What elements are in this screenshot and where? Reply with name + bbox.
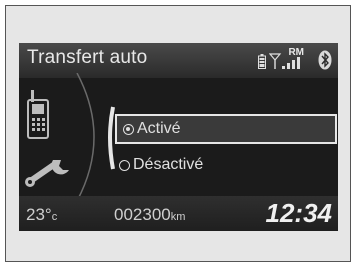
phone-battery-icon <box>258 54 266 74</box>
odometer-unit: km <box>170 211 186 223</box>
roaming-label: RM <box>288 47 304 58</box>
bluetooth-icon <box>318 50 332 75</box>
radio-unselected-icon <box>119 159 130 171</box>
option-inactive[interactable]: Désactivé <box>119 150 338 180</box>
option-label: Désactivé <box>133 156 204 173</box>
option-label: Activé <box>137 120 181 137</box>
phone-icon <box>27 90 51 147</box>
odometer: 002300km <box>114 205 185 225</box>
display-screen: Transfert auto RM Activé Désactivé 23°c … <box>19 43 338 231</box>
temperature-value: 23° <box>26 205 52 224</box>
option-active[interactable]: Activé <box>115 114 337 144</box>
footer-bar: 23°c 002300km 12:34 <box>19 196 338 231</box>
odometer-value: 002300 <box>114 205 171 224</box>
selector-arc <box>69 72 115 206</box>
radio-selected-icon <box>123 123 134 135</box>
clock: 12:34 <box>265 198 333 228</box>
signal-group: RM <box>258 47 306 74</box>
header-bar: Transfert auto RM <box>19 43 338 78</box>
outside-temperature: 23°c <box>26 205 57 225</box>
temperature-unit: c <box>51 211 58 223</box>
menu-area: Activé Désactivé <box>19 72 338 202</box>
screen-title: Transfert auto <box>27 47 148 68</box>
wrench-icon <box>25 156 73 193</box>
